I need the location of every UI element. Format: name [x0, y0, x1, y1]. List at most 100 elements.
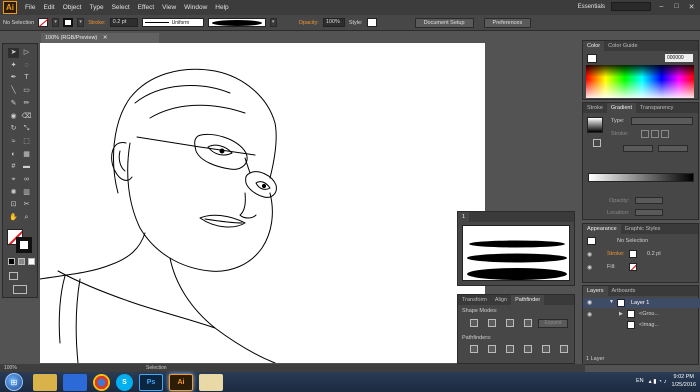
type-tool-icon[interactable]: T	[21, 73, 32, 83]
symbol-sprayer-tool-icon[interactable]: ✺	[8, 188, 19, 198]
tab-brushes[interactable]: 1	[458, 212, 470, 222]
expand-arrow-icon[interactable]: ▶	[619, 311, 623, 317]
stroke-along-icon[interactable]	[651, 130, 659, 138]
zoom-level[interactable]: 100%	[4, 364, 17, 372]
divide-icon[interactable]	[470, 345, 478, 353]
tab-align[interactable]: Align	[491, 295, 511, 305]
menu-edit[interactable]: Edit	[43, 4, 54, 11]
gradient-mode-icon[interactable]	[18, 258, 25, 265]
visibility-eye-icon[interactable]: ◉	[587, 251, 592, 258]
file-explorer-icon[interactable]	[33, 373, 57, 391]
tab-gradient[interactable]: Gradient	[606, 103, 637, 113]
appearance-stroke-label[interactable]: Stroke:	[607, 251, 624, 257]
gradient-tool-icon[interactable]: ▬	[21, 162, 32, 172]
menu-help[interactable]: Help	[215, 4, 228, 11]
merge-icon[interactable]	[506, 345, 514, 353]
illustrator-icon[interactable]: Ai	[169, 373, 193, 391]
stroke-dropdown[interactable]: ▾	[77, 18, 85, 27]
clock[interactable]: 9:02 PM 1/25/2016	[672, 373, 696, 389]
tab-transparency[interactable]: Transparency	[636, 103, 677, 113]
tab-transform[interactable]: Transform	[458, 295, 491, 305]
stroke-across-icon[interactable]	[661, 130, 669, 138]
fill-swatch-small[interactable]	[587, 54, 597, 63]
crop-icon[interactable]	[524, 345, 532, 353]
menu-file[interactable]: File	[25, 4, 35, 11]
stroke-within-icon[interactable]	[641, 130, 649, 138]
graph-tool-icon[interactable]: ▥	[21, 188, 32, 198]
reverse-gradient-icon[interactable]	[593, 139, 601, 147]
free-transform-tool-icon[interactable]: ⬚	[21, 137, 32, 147]
document-setup-button[interactable]: Document Setup	[414, 17, 474, 28]
stroke-swatch-tool[interactable]	[16, 237, 32, 253]
lasso-tool-icon[interactable]: ◌	[21, 61, 32, 71]
blend-tool-icon[interactable]: ∞	[21, 175, 32, 185]
tab-color[interactable]: Color	[583, 41, 605, 51]
chrome-icon[interactable]	[93, 373, 110, 391]
perspective-grid-tool-icon[interactable]: ▦	[21, 150, 32, 160]
variable-width-profile[interactable]: Uniform	[141, 18, 204, 27]
tab-graphic-styles[interactable]: Graphic Styles	[621, 224, 665, 234]
current-tool-status[interactable]: Selection	[146, 364, 167, 372]
appearance-stroke-value[interactable]: 0.2 pt	[647, 251, 661, 257]
visibility-eye-icon[interactable]: ◉	[587, 311, 592, 318]
expand-button[interactable]: Expand	[538, 319, 568, 328]
gradient-slider[interactable]	[588, 173, 694, 182]
menu-type[interactable]: Type	[89, 4, 103, 11]
artboard[interactable]	[40, 43, 485, 363]
layer-name[interactable]: Layer 1	[631, 300, 649, 306]
preferences-button[interactable]: Preferences	[483, 17, 532, 28]
rectangle-tool-icon[interactable]: ▭	[21, 86, 32, 96]
appearance-stroke-swatch[interactable]	[629, 250, 637, 258]
rotate-tool-icon[interactable]: ↻	[8, 124, 19, 134]
appearance-fill-label[interactable]: Fill:	[607, 264, 616, 270]
menu-window[interactable]: Window	[184, 4, 207, 11]
opacity-label[interactable]: Opacity:	[299, 20, 319, 26]
document-tab[interactable]: 100% (RGB/Preview) ✕	[41, 33, 159, 43]
start-button[interactable]: ⊞	[5, 373, 23, 391]
media-player-icon[interactable]	[63, 373, 87, 391]
brush-definition[interactable]	[207, 18, 266, 27]
width-tool-icon[interactable]: ≈	[8, 137, 19, 147]
exclude-icon[interactable]	[524, 319, 532, 327]
shape-builder-tool-icon[interactable]: ◐	[8, 150, 19, 160]
help-search-input[interactable]	[611, 2, 651, 11]
brush-stroke[interactable]	[467, 253, 567, 263]
close-button[interactable]: ✕	[687, 3, 696, 11]
minimize-button[interactable]: –	[657, 3, 666, 10]
brush-stroke[interactable]	[467, 268, 567, 280]
workspace-switcher[interactable]: Essentials	[578, 4, 605, 10]
brush-stroke[interactable]	[469, 240, 565, 248]
pen-tool-icon[interactable]: ✒	[8, 73, 19, 83]
brush-dropdown[interactable]: ▾	[269, 18, 277, 27]
tab-color-guide[interactable]: Color Guide	[604, 41, 641, 51]
minus-back-icon[interactable]	[560, 345, 568, 353]
line-tool-icon[interactable]: ╲	[8, 86, 19, 96]
hex-color-field[interactable]: 000000	[665, 54, 693, 62]
eraser-tool-icon[interactable]: ⌫	[21, 112, 32, 122]
menu-view[interactable]: View	[162, 4, 176, 11]
tab-appearance[interactable]: Appearance	[583, 224, 621, 234]
visibility-eye-icon[interactable]: ◉	[587, 264, 592, 271]
tab-stroke[interactable]: Stroke	[583, 103, 607, 113]
intersect-icon[interactable]	[506, 319, 514, 327]
maximize-button[interactable]: □	[672, 3, 681, 10]
tab-layers[interactable]: Layers	[583, 286, 608, 296]
aspect-field[interactable]	[658, 145, 688, 152]
menu-object[interactable]: Object	[63, 4, 82, 11]
zoom-tool-icon[interactable]: ⌕	[21, 213, 32, 223]
tab-artboards[interactable]: Artboards	[608, 286, 640, 296]
eyedropper-tool-icon[interactable]: ⌖	[8, 175, 19, 185]
sublayer-group[interactable]: <Grou...	[639, 311, 659, 317]
trim-icon[interactable]	[488, 345, 496, 353]
menu-select[interactable]: Select	[112, 4, 130, 11]
hand-tool-icon[interactable]: ✋	[8, 213, 19, 223]
gradient-location-field[interactable]	[635, 209, 663, 216]
language-indicator[interactable]: EN	[636, 378, 644, 384]
paint-icon[interactable]	[199, 373, 223, 391]
stroke-weight-field[interactable]: 0.2 pt	[109, 18, 138, 27]
unite-icon[interactable]	[470, 319, 478, 327]
stroke-swatch[interactable]	[63, 18, 74, 27]
menu-effect[interactable]: Effect	[138, 4, 155, 11]
skype-icon[interactable]: S	[116, 373, 133, 391]
fill-stroke-swatches[interactable]	[7, 229, 33, 253]
